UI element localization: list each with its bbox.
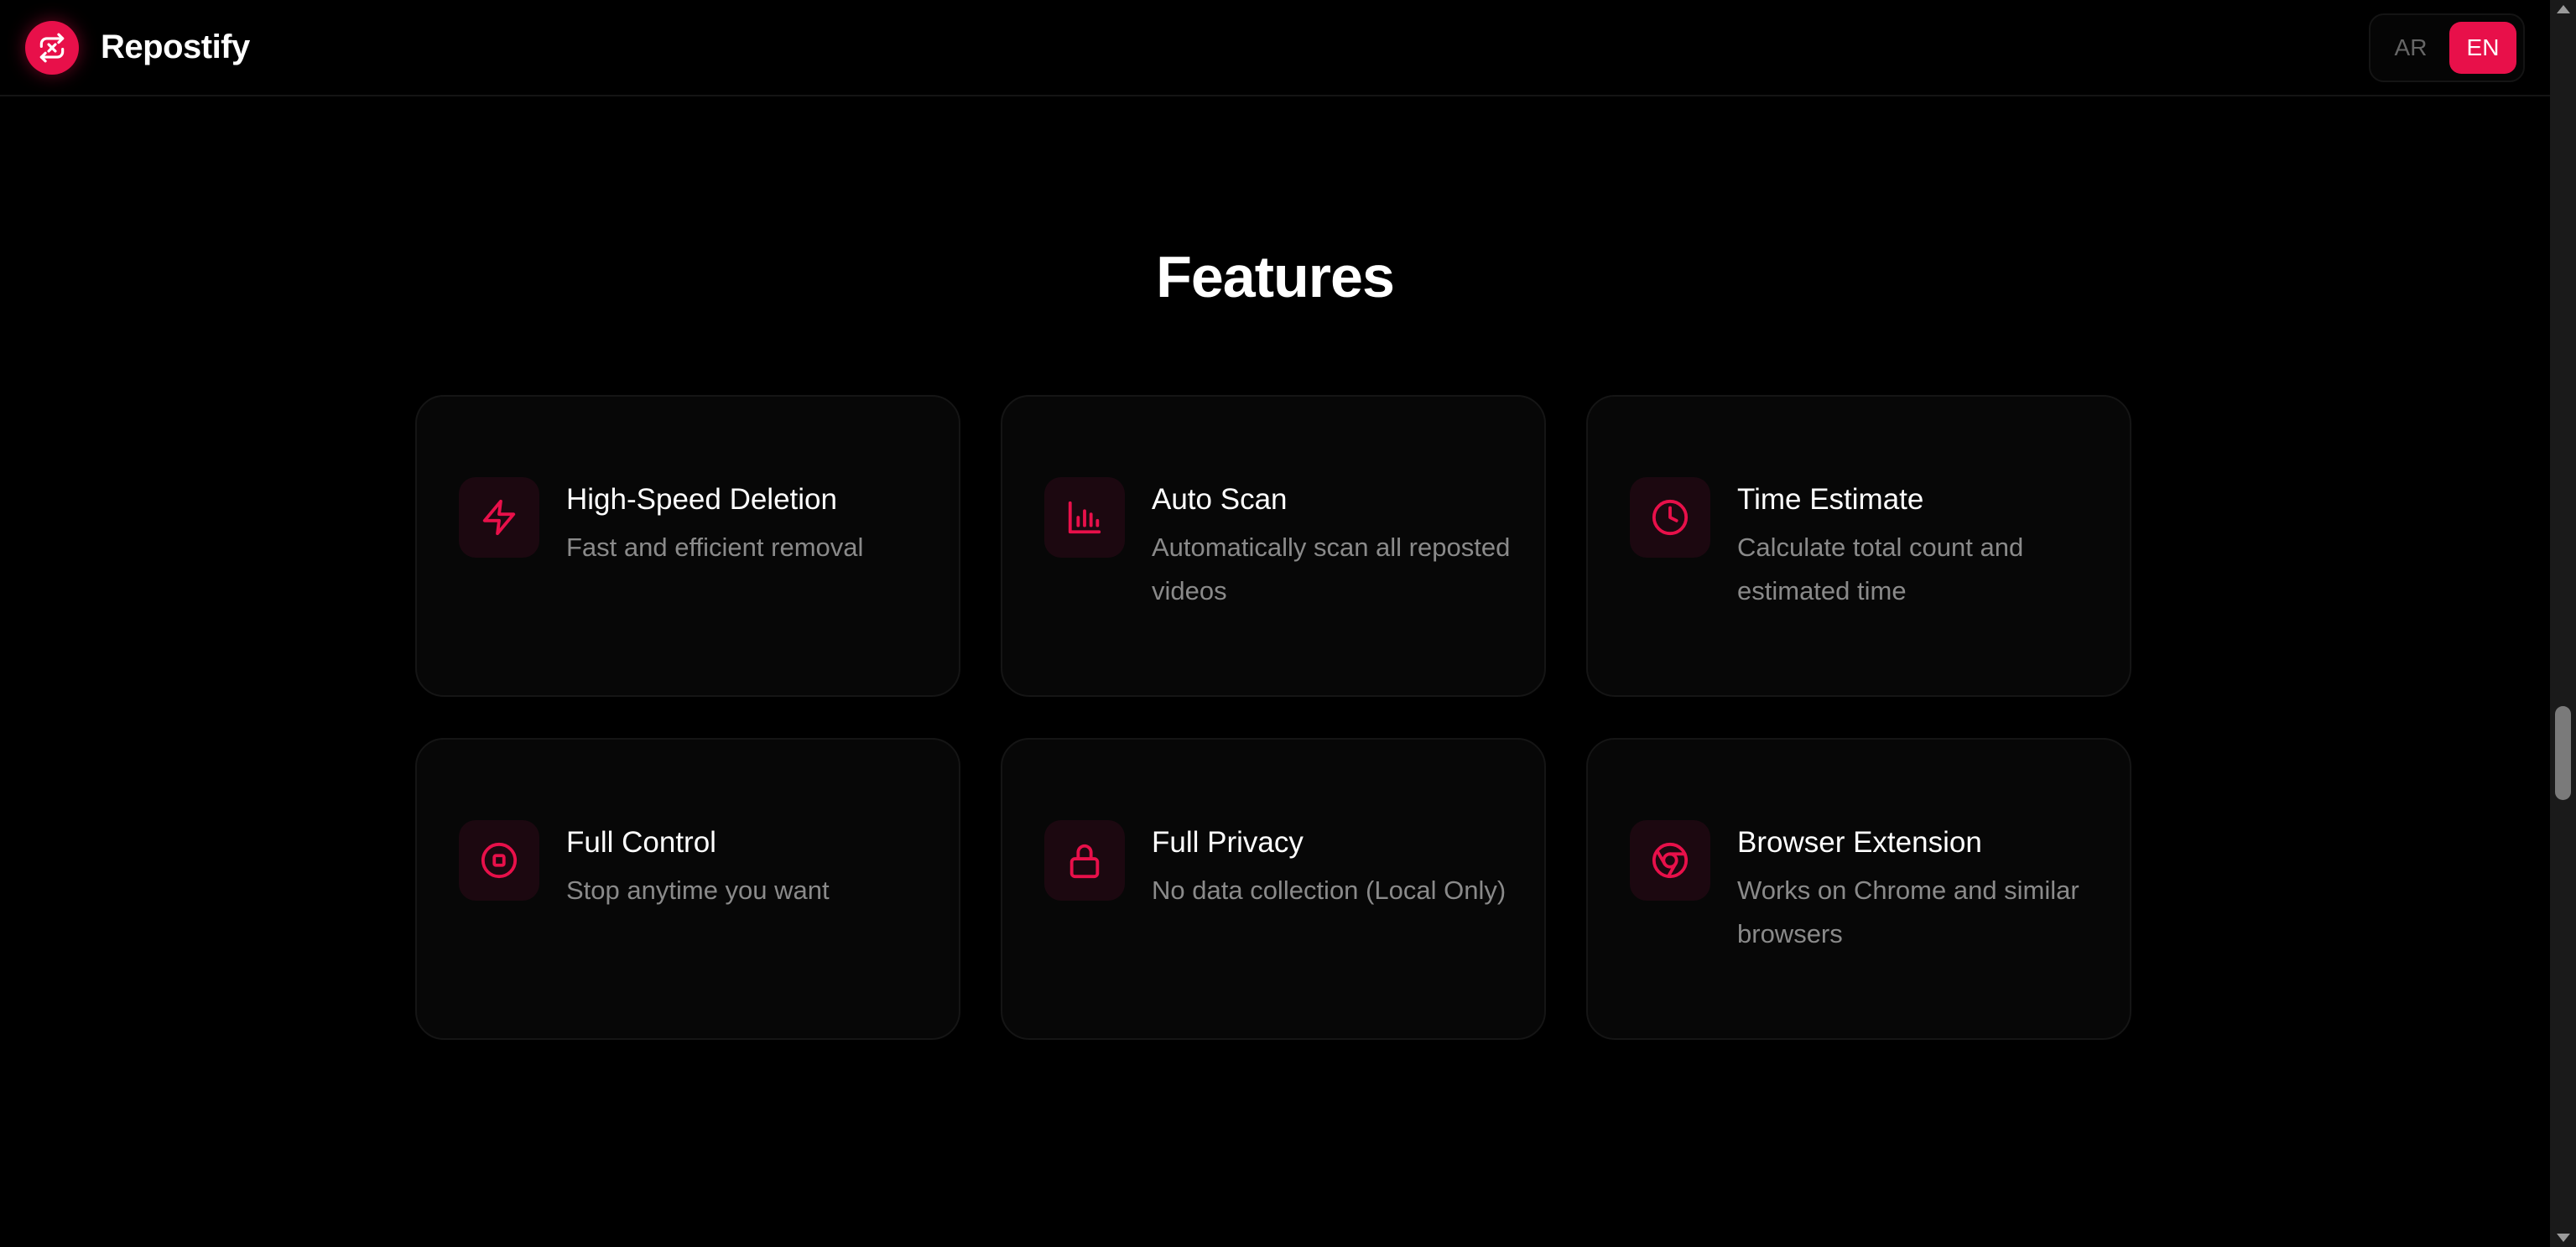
scroll-down-arrow-icon[interactable] [2557, 1234, 2570, 1242]
feature-card-browser-extension: Browser Extension Works on Chrome and si… [1586, 738, 2131, 1040]
stop-circle-icon [459, 820, 539, 901]
brand-name: Repostify [101, 29, 250, 65]
scroll-up-arrow-icon[interactable] [2557, 5, 2570, 13]
lang-button-en[interactable]: EN [2449, 21, 2516, 74]
top-nav: Repostify AR EN [0, 0, 2550, 96]
scrollbar-thumb[interactable] [2555, 706, 2571, 800]
feature-card-auto-scan: Auto Scan Automatically scan all reposte… [1001, 395, 1546, 697]
features-title: Features [1156, 244, 1395, 309]
feature-card-full-control: Full Control Stop anytime you want [415, 738, 960, 1040]
feature-description: Stop anytime you want [566, 875, 830, 905]
brand[interactable]: Repostify [25, 20, 250, 75]
feature-title: Browser Extension [1737, 826, 1982, 859]
feature-description: No data collection (Local Only) [1152, 875, 1507, 905]
page: Repostify AR EN Features High-Speed Dele… [0, 0, 2576, 1247]
feature-title: Full Privacy [1152, 826, 1304, 859]
clock-icon [1630, 477, 1710, 558]
feature-title: Auto Scan [1152, 483, 1288, 516]
vertical-scrollbar[interactable] [2550, 0, 2576, 1247]
feature-description: Automatically scan all reposted videos [1152, 532, 1511, 605]
feature-description: Works on Chrome and similar browsers [1737, 875, 2079, 948]
features-grid: High-Speed Deletion Fast and efficient r… [415, 395, 2131, 1040]
lang-button-ar[interactable]: AR [2377, 22, 2444, 74]
repost-icon [25, 20, 79, 75]
feature-title: Time Estimate [1737, 483, 1924, 516]
feature-card-full-privacy: Full Privacy No data collection (Local O… [1001, 738, 1546, 1040]
feature-title: High-Speed Deletion [566, 483, 837, 516]
lock-icon [1044, 820, 1125, 901]
language-switcher: AR EN [2369, 13, 2525, 82]
bar-chart-icon [1044, 477, 1125, 558]
feature-card-time-estimate: Time Estimate Calculate total count and … [1586, 395, 2131, 697]
feature-card-high-speed-deletion: High-Speed Deletion Fast and efficient r… [415, 395, 960, 697]
feature-title: Full Control [566, 826, 716, 859]
chrome-icon [1630, 820, 1710, 901]
feature-description: Fast and efficient removal [566, 532, 864, 562]
feature-description: Calculate total count and estimated time [1737, 532, 2024, 605]
lightning-icon [459, 477, 539, 558]
